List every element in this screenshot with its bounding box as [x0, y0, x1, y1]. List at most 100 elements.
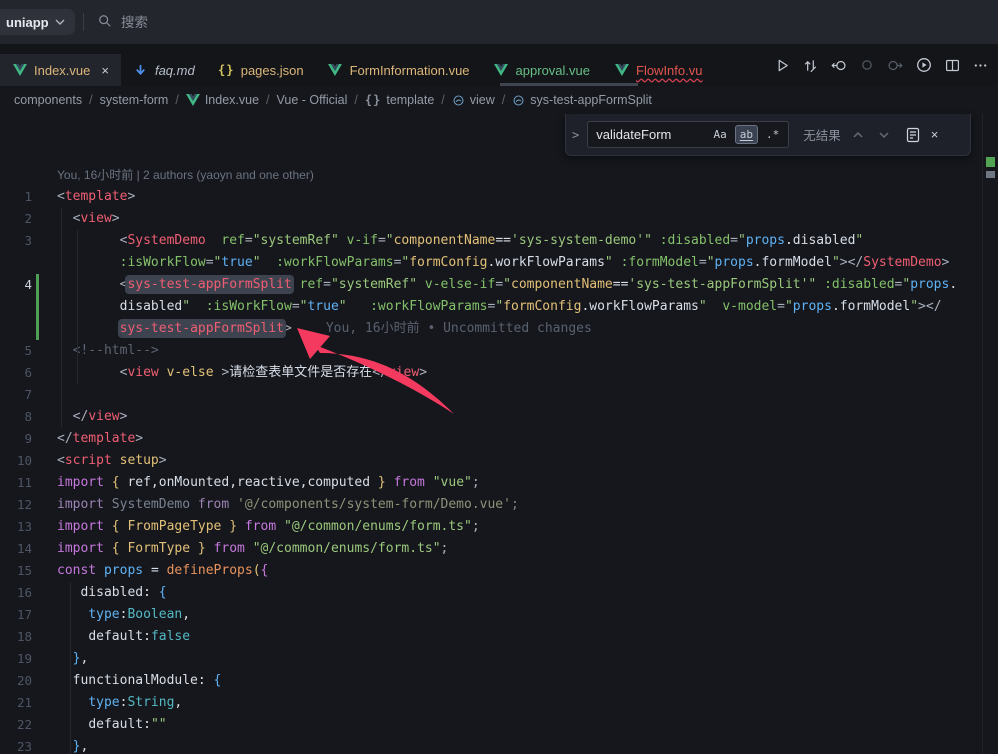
- tab-Index.vue[interactable]: Index.vue×: [0, 54, 121, 86]
- more-actions-icon[interactable]: [973, 58, 988, 73]
- line-number: 2: [0, 208, 32, 230]
- code-line[interactable]: sys-test-appFormSplit>You, 16小时前 • Uncom…: [0, 318, 998, 340]
- breadcrumb-item-components[interactable]: components: [14, 93, 82, 107]
- tab-approval.vue[interactable]: approval.vue: [482, 54, 602, 86]
- debug-run-icon[interactable]: [916, 57, 932, 73]
- breadcrumb-item-view[interactable]: view: [452, 93, 495, 107]
- code-line[interactable]: 12import SystemDemo from '@/components/s…: [0, 494, 998, 516]
- code-line[interactable]: 15const props = defineProps({: [0, 560, 998, 582]
- code-line[interactable]: 3 <SystemDemo ref="systemRef" v-if="comp…: [0, 230, 998, 252]
- tab-label: FormInformation.vue: [350, 63, 470, 78]
- breadcrumb: components / system-form / Index.vue / Vue - O…: [0, 86, 998, 114]
- find-previous-button[interactable]: [849, 130, 867, 140]
- code-line[interactable]: 21 type:String,: [0, 692, 998, 714]
- title-bar: uniapp 搜索: [0, 0, 998, 44]
- overview-ruler-divider: [982, 114, 983, 754]
- whole-word-toggle[interactable]: ab: [735, 125, 758, 144]
- breadcrumb-item-system-form[interactable]: system-form: [100, 93, 169, 107]
- match-case-toggle[interactable]: Aa: [708, 125, 731, 144]
- vue-file-icon: [614, 64, 629, 76]
- navigate-forward-icon[interactable]: [887, 58, 903, 73]
- find-in-selection-toggle[interactable]: [905, 127, 921, 143]
- breadcrumb-separator: /: [441, 93, 444, 107]
- code-line[interactable]: 17 type:Boolean,: [0, 604, 998, 626]
- close-icon[interactable]: ×: [101, 64, 109, 77]
- git-modified-gutter-bar: [36, 274, 39, 340]
- json-braces-icon: {}: [219, 63, 234, 77]
- workspace-switcher[interactable]: uniapp: [0, 9, 75, 35]
- breadcrumb-separator: /: [175, 93, 178, 107]
- code-line[interactable]: 2 <view>: [0, 208, 998, 230]
- code-line[interactable]: 1<template>: [0, 186, 998, 208]
- code-line[interactable]: :isWorkFlow="true" :workFlowParams="form…: [0, 252, 998, 274]
- editor-actions: [775, 44, 998, 86]
- tab-FormInformation.vue[interactable]: FormInformation.vue: [316, 54, 482, 86]
- tab-faq.md[interactable]: faq.md: [121, 54, 207, 86]
- breadcrumb-item-Vue - Official[interactable]: Vue - Official: [277, 93, 348, 107]
- code-line[interactable]: 22 default:"": [0, 714, 998, 736]
- global-search[interactable]: 搜索: [98, 11, 148, 31]
- code-line[interactable]: 18 default:false: [0, 626, 998, 648]
- find-widget: > validateForm Aa ab .* 无结果 ×: [565, 114, 971, 156]
- find-input[interactable]: validateForm: [596, 127, 705, 142]
- code-line[interactable]: 13import { FromPageType } from "@/common…: [0, 516, 998, 538]
- symbol-icon: [452, 94, 465, 107]
- line-number: 16: [0, 582, 32, 604]
- line-number: 11: [0, 472, 32, 494]
- vue-icon: [186, 94, 200, 106]
- line-number: 3: [0, 230, 32, 252]
- breadcrumb-label: components: [14, 93, 82, 107]
- git-blame-annotation: You, 16小时前 | 2 authors (yaoyn and one ot…: [57, 164, 314, 186]
- code-editor[interactable]: You, 16小时前 | 2 authors (yaoyn and one ot…: [0, 164, 998, 754]
- code-line[interactable]: 4 <sys-test-appFormSplit ref="systemRef"…: [0, 274, 998, 296]
- breadcrumb-label: Index.vue: [205, 93, 259, 107]
- code-line[interactable]: 7: [0, 384, 998, 406]
- line-number: 6: [0, 362, 32, 384]
- breadcrumb-separator: /: [502, 93, 505, 107]
- line-number: 7: [0, 384, 32, 406]
- indent-guide: [77, 230, 78, 384]
- tab-strip: Index.vue× faq.md {}pages.json FormInformat…: [0, 44, 998, 86]
- breadcrumb-item-Index.vue[interactable]: Index.vue: [186, 93, 259, 107]
- code-line[interactable]: disabled" :isWorkFlow="true" :workFlowPa…: [0, 296, 998, 318]
- breadcrumb-separator: /: [266, 93, 269, 107]
- toggle-replace-button[interactable]: >: [572, 128, 579, 142]
- code-line[interactable]: 10<script setup>: [0, 450, 998, 472]
- code-line[interactable]: 11import { ref,onMounted,reactive,comput…: [0, 472, 998, 494]
- code-line[interactable]: 14import { FormType } from "@/common/enu…: [0, 538, 998, 560]
- breadcrumb-item-template[interactable]: {}template: [365, 93, 434, 107]
- line-number: 15: [0, 560, 32, 582]
- run-icon[interactable]: [775, 58, 790, 73]
- code-line[interactable]: 19 },: [0, 648, 998, 670]
- find-next-button[interactable]: [875, 130, 893, 140]
- line-number: 5: [0, 340, 32, 362]
- find-input-box: validateForm Aa ab .*: [587, 121, 789, 148]
- vue-file-icon: [494, 64, 509, 76]
- breadcrumb-item-sys-test-appFormSplit[interactable]: sys-test-appFormSplit: [512, 93, 652, 107]
- find-results-count: 无结果: [803, 125, 841, 144]
- navigate-back-icon[interactable]: [831, 58, 847, 73]
- line-number: 8: [0, 406, 32, 428]
- tab-label: faq.md: [155, 63, 195, 78]
- line-number: 19: [0, 648, 32, 670]
- code-line[interactable]: 16 disabled: {: [0, 582, 998, 604]
- code-line[interactable]: 5 <!--html-->: [0, 340, 998, 362]
- git-compare-icon[interactable]: [803, 58, 818, 73]
- line-number: 13: [0, 516, 32, 538]
- find-close-button[interactable]: ×: [931, 127, 939, 142]
- line-number: 23: [0, 736, 32, 754]
- code-line[interactable]: 6 <view v-else >请检查表单文件是否存在</view>: [0, 362, 998, 384]
- code-line[interactable]: 9</template>: [0, 428, 998, 450]
- line-number: 22: [0, 714, 32, 736]
- md-file-icon: [133, 64, 148, 77]
- regex-toggle[interactable]: .*: [761, 125, 784, 144]
- tab-FlowInfo.vu[interactable]: FlowInfo.vu: [602, 54, 714, 86]
- breadcrumb-label: view: [470, 93, 495, 107]
- navigate-circle-icon[interactable]: [860, 58, 874, 72]
- code-line[interactable]: 20 functionalModule: {: [0, 670, 998, 692]
- tab-pages.json[interactable]: {}pages.json: [207, 54, 316, 86]
- code-line[interactable]: 8 </view>: [0, 406, 998, 428]
- split-editor-icon[interactable]: [945, 58, 960, 73]
- code-line[interactable]: 23 },: [0, 736, 998, 754]
- breadcrumb-separator: /: [354, 93, 357, 107]
